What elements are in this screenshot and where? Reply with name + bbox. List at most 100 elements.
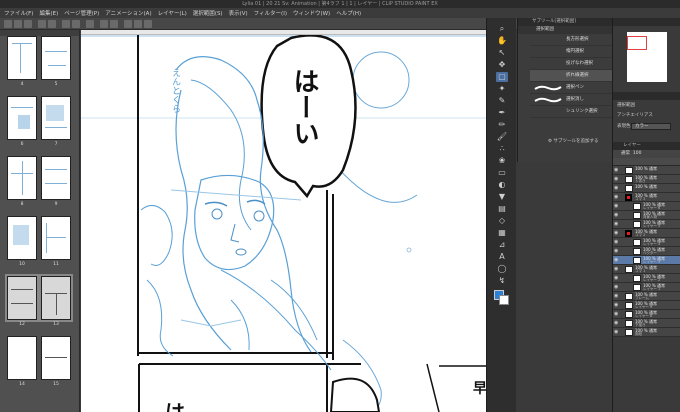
text-icon[interactable]: A — [496, 252, 508, 262]
snap-grid-icon[interactable] — [134, 20, 142, 28]
menu-edit[interactable]: 編集(E) — [39, 9, 58, 17]
subtool-item[interactable]: 投げなわ選択 — [530, 58, 612, 70]
save-icon[interactable] — [24, 20, 32, 28]
page-thumb[interactable]: 7 — [41, 96, 71, 147]
eye-icon[interactable]: ◉ — [614, 320, 618, 327]
eye-icon[interactable]: ◉ — [614, 239, 618, 246]
eye-icon[interactable]: ◉ — [614, 212, 618, 219]
snap-ruler-icon[interactable] — [124, 20, 132, 28]
menu-file[interactable]: ファイル(F) — [4, 9, 33, 17]
menu-page[interactable]: ページ管理(P) — [64, 9, 99, 17]
eye-icon[interactable]: ◉ — [614, 176, 618, 183]
menu-animation[interactable]: アニメーション(A) — [105, 9, 151, 17]
layer-row[interactable]: ◉ 100 % 通常 コマ 1 — [613, 265, 680, 274]
opacity-value[interactable]: 100 — [633, 151, 642, 156]
layer-row[interactable]: ◉ 100 % 通常 背景人物 — [613, 211, 680, 220]
page-spread-3[interactable]: 8 9 — [4, 156, 76, 210]
clear-icon[interactable] — [62, 20, 70, 28]
page-thumb[interactable]: 6 — [7, 96, 37, 147]
eye-icon[interactable]: ◉ — [614, 203, 618, 210]
transform-icon[interactable] — [86, 20, 94, 28]
tool-property-tabs[interactable] — [613, 92, 680, 100]
gradient-icon[interactable]: ▤ — [496, 204, 508, 214]
eye-icon[interactable]: ◉ — [614, 248, 618, 255]
layer-row[interactable]: ◉ 100 % 通常 — [613, 166, 680, 175]
decoration-icon[interactable]: ❀ — [496, 156, 508, 166]
subtool-item[interactable]: 選択消し — [530, 94, 612, 106]
eye-icon[interactable]: ◉ — [614, 293, 618, 300]
fill-tool-icon[interactable]: ▼ — [496, 192, 508, 202]
subtool-item[interactable]: シュリンク選択 — [530, 106, 612, 118]
sub-color-swatch[interactable] — [499, 295, 509, 305]
layer-row[interactable]: ◉ 100 % 通常 レイヤー 1 — [613, 283, 680, 292]
open-icon[interactable] — [14, 20, 22, 28]
page-spread-4[interactable]: 10 11 — [4, 216, 76, 270]
page-thumb[interactable]: 11 — [41, 216, 71, 267]
figure-icon[interactable]: ◇ — [496, 216, 508, 226]
airbrush-icon[interactable]: ∴ — [496, 144, 508, 154]
eye-icon[interactable]: ◉ — [614, 257, 618, 264]
page-thumb-selected[interactable]: 12 — [5, 274, 39, 327]
subtool-tab[interactable]: サブツール[選択範囲] — [518, 18, 612, 26]
fill-icon[interactable] — [72, 20, 80, 28]
pen-icon[interactable]: ✒ — [496, 108, 508, 118]
layer-row[interactable]: ◉ 100 % 通常 下描き — [613, 319, 680, 328]
eye-icon[interactable]: ◉ — [614, 275, 618, 282]
eye-icon[interactable]: ◉ — [614, 167, 618, 174]
page-spread-1[interactable]: 4 5 — [4, 36, 76, 90]
page-thumb-selected[interactable]: 13 — [39, 274, 73, 327]
hand-icon[interactable]: ✋ — [496, 36, 508, 46]
pencil-icon[interactable]: ✏ — [496, 120, 508, 130]
eyedropper-icon[interactable]: ✎ — [496, 96, 508, 106]
layer-tab[interactable]: レイヤー — [613, 142, 680, 150]
layer-row[interactable]: ◉ 100 % 通常 レイヤー 3 — [613, 256, 680, 265]
redo-icon[interactable] — [48, 20, 56, 28]
eye-icon[interactable]: ◉ — [614, 194, 618, 201]
subtool-item[interactable]: 長方形選択 — [530, 34, 612, 46]
expression-color-dropdown[interactable]: カラー — [631, 123, 671, 130]
eye-icon[interactable]: ◉ — [614, 284, 618, 291]
drawing-canvas[interactable]: はーい は 早 えんとくら — [81, 30, 486, 412]
balloon-icon[interactable]: ◯ — [496, 264, 508, 274]
correct-line-icon[interactable]: ↯ — [496, 276, 508, 286]
operation-icon[interactable]: ↖ — [496, 48, 508, 58]
subtool-item-selected[interactable]: 折れ線選択 — [530, 70, 612, 82]
layer-row[interactable]: ◉ 100 % 通常 コマ 3 — [613, 193, 680, 202]
page-thumb[interactable]: 15 — [41, 336, 71, 387]
page-thumb[interactable]: 10 — [7, 216, 37, 267]
layer-row[interactable]: ◉ 100 % 通常 レイヤー 2 — [613, 274, 680, 283]
layer-row[interactable]: ◉ 100 % 通常 用紙 — [613, 328, 680, 337]
blend-icon[interactable]: ◐ — [496, 180, 508, 190]
eye-icon[interactable]: ◉ — [614, 329, 618, 336]
page-thumb[interactable]: 4 — [7, 36, 37, 87]
layer-row[interactable]: ◉ 100 % 通常 レイヤー 8 — [613, 310, 680, 319]
ruler-tool-icon[interactable]: ⊿ — [496, 240, 508, 250]
page-thumb[interactable]: 14 — [7, 336, 37, 387]
new-file-icon[interactable] — [4, 20, 12, 28]
add-subtool-button[interactable]: ⚙ サブツールを追加する — [548, 138, 598, 144]
layer-blend-controls[interactable]: 通常 100 — [613, 150, 680, 158]
frame-border-icon[interactable]: ▦ — [496, 228, 508, 238]
undo-icon[interactable] — [38, 20, 46, 28]
invert-selection-icon[interactable] — [110, 20, 118, 28]
eye-icon[interactable]: ◉ — [614, 230, 618, 237]
layer-row[interactable]: ◉ 100 % 通常 レイヤー 9 — [613, 301, 680, 310]
menu-selection[interactable]: 選択範囲(S) — [193, 9, 223, 17]
page-spread-6[interactable]: 14 15 — [4, 336, 76, 390]
page-thumb[interactable]: 9 — [41, 156, 71, 207]
layer-row[interactable]: ◉ 100 % 通常 レイヤー 6 — [613, 202, 680, 211]
eye-icon[interactable]: ◉ — [614, 302, 618, 309]
eye-icon[interactable]: ◉ — [614, 311, 618, 318]
snap-special-icon[interactable] — [144, 20, 152, 28]
blend-mode-select[interactable]: 通常 — [621, 151, 630, 156]
eye-icon[interactable]: ◉ — [614, 266, 618, 273]
navigator-view-frame[interactable] — [627, 36, 647, 50]
subtool-item[interactable]: 楕円選択 — [530, 46, 612, 58]
auto-select-icon[interactable]: ✦ — [496, 84, 508, 94]
menu-window[interactable]: ウィンドウ(W) — [293, 9, 330, 17]
menu-help[interactable]: ヘルプ(H) — [336, 9, 361, 17]
menu-view[interactable]: 表示(V) — [229, 9, 248, 17]
layer-row[interactable]: ◉ 100 % 通常 ト書き — [613, 175, 680, 184]
layer-row[interactable]: ◉ 100 % 通常 コマ 2 — [613, 229, 680, 238]
eye-icon[interactable]: ◉ — [614, 185, 618, 192]
